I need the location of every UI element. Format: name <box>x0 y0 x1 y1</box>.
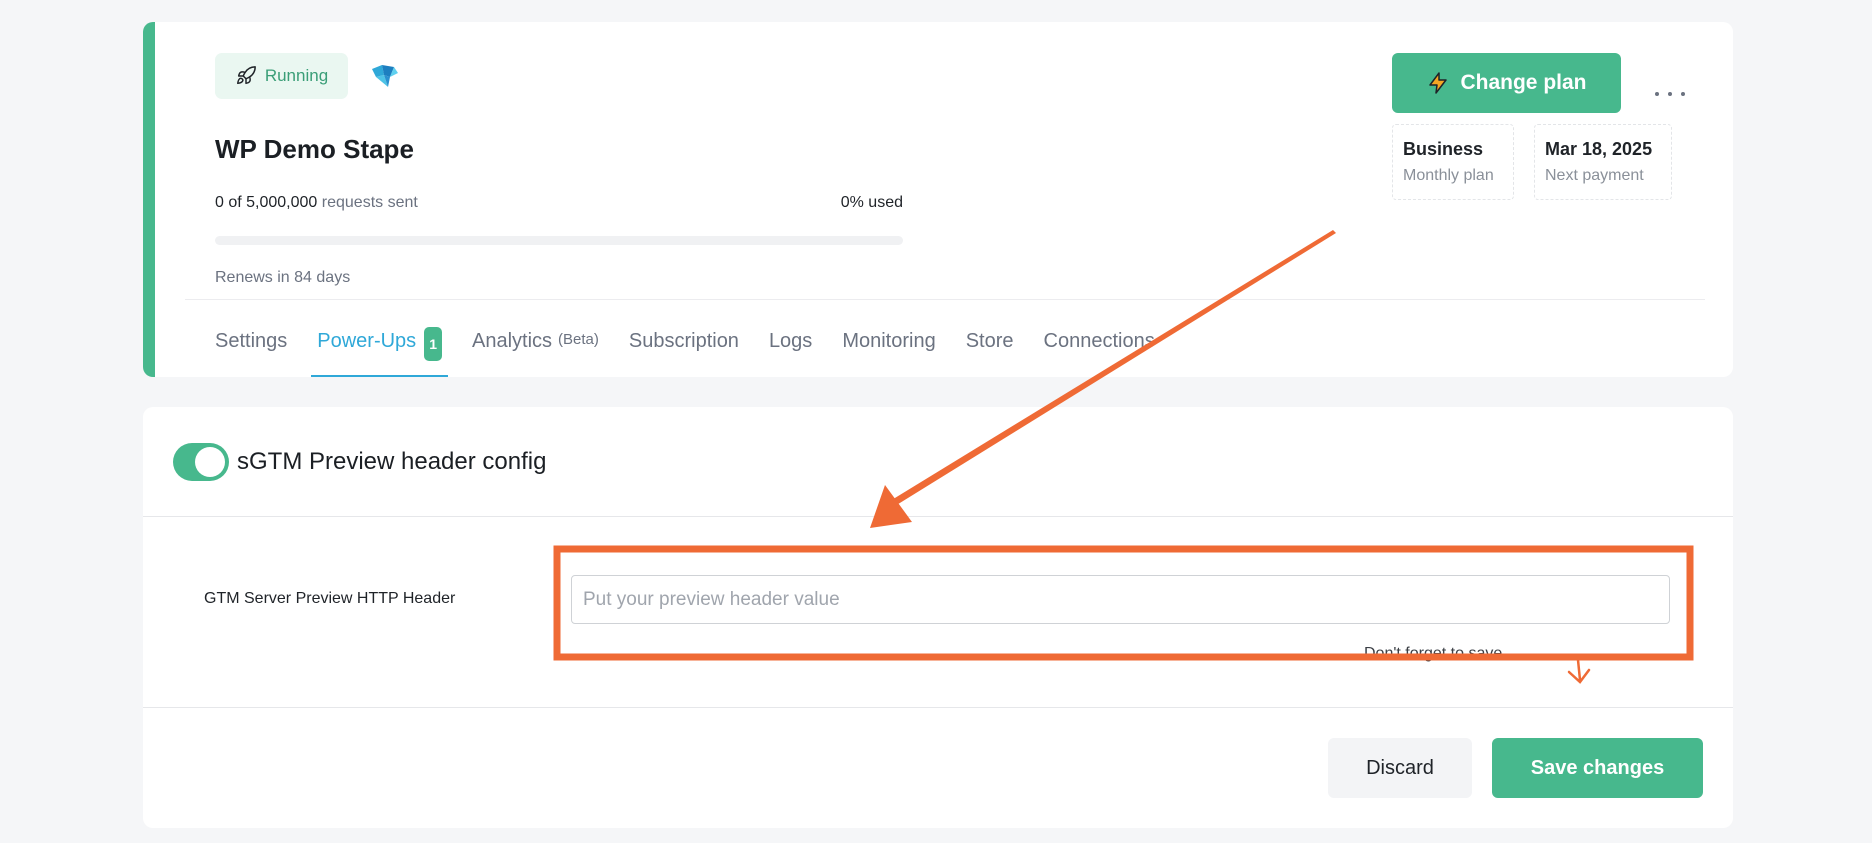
rocket-icon <box>236 66 256 85</box>
next-payment-label: Next payment <box>1545 167 1644 184</box>
tab-label: Store <box>965 330 1014 352</box>
usage-row: 0 of 5,000,000 requests sent 0% used <box>215 194 903 212</box>
tab-label: Logs <box>768 330 813 352</box>
usage-progress-bar <box>215 236 903 245</box>
tab-label: Connections <box>1043 330 1155 352</box>
container-tabs: Settings Power-Ups 1 Analytics (Beta) Su… <box>215 322 1185 377</box>
stape-logo-icon <box>372 65 398 87</box>
tab-settings[interactable]: Settings <box>215 322 287 377</box>
usage-percent: 0% used <box>840 194 903 211</box>
powerup-title: sGTM Preview header config <box>237 448 547 475</box>
status-badge: Running <box>215 53 348 99</box>
tab-store[interactable]: Store <box>966 322 1014 377</box>
powerup-enable-toggle[interactable] <box>173 443 229 481</box>
tab-power-ups[interactable]: Power-Ups 1 <box>311 322 448 377</box>
requests-count: 0 of 5,000,000 <box>215 194 318 211</box>
plan-name: Business <box>1403 139 1484 159</box>
divider <box>185 299 1705 300</box>
toggle-knob <box>195 447 225 477</box>
tab-monitoring[interactable]: Monitoring <box>842 322 935 377</box>
requests-suffix: requests sent <box>321 194 418 211</box>
payment-info: Mar 18, 2025 Next payment <box>1534 124 1672 200</box>
preview-header-input[interactable] <box>571 575 1670 624</box>
beta-tag: (Beta) <box>558 331 599 348</box>
status-accent-bar <box>143 22 155 377</box>
tab-label: Power-Ups <box>317 330 417 352</box>
lightning-icon <box>1429 72 1448 94</box>
usage-text: 0 of 5,000,000 requests sent <box>215 194 418 212</box>
plan-info: Business Monthly plan <box>1392 124 1514 200</box>
more-options-icon[interactable] <box>1655 88 1685 100</box>
change-plan-button[interactable]: Change plan <box>1392 53 1621 113</box>
powerup-config-card: sGTM Preview header config GTM Server Pr… <box>143 407 1733 828</box>
divider <box>143 707 1733 708</box>
tab-label: Monitoring <box>842 330 936 352</box>
tab-connections[interactable]: Connections <box>1044 322 1155 377</box>
container-name: WP Demo Stape <box>215 134 414 164</box>
power-ups-count-badge: 1 <box>424 327 442 361</box>
tab-logs[interactable]: Logs <box>769 322 812 377</box>
tab-analytics[interactable]: Analytics (Beta) <box>472 322 599 377</box>
discard-button[interactable]: Discard <box>1328 738 1472 798</box>
container-card: Running WP Demo Stape 0 of 5,000,000 req… <box>143 22 1733 377</box>
preview-header-label: GTM Server Preview HTTP Header <box>204 590 456 607</box>
save-changes-button[interactable]: Save changes <box>1492 738 1703 798</box>
tab-subscription[interactable]: Subscription <box>629 322 739 377</box>
divider <box>143 516 1733 517</box>
tab-label: Subscription <box>628 330 739 352</box>
tab-label: Analytics <box>471 330 553 352</box>
change-plan-label: Change plan <box>1460 71 1587 94</box>
tab-label: Settings <box>215 330 288 352</box>
next-payment-date: Mar 18, 2025 <box>1545 139 1653 159</box>
save-reminder-text: Don't forget to save <box>1364 645 1503 662</box>
status-label: Running <box>264 66 329 85</box>
plan-period: Monthly plan <box>1403 167 1494 184</box>
renewal-text: Renews in 84 days <box>215 269 351 286</box>
